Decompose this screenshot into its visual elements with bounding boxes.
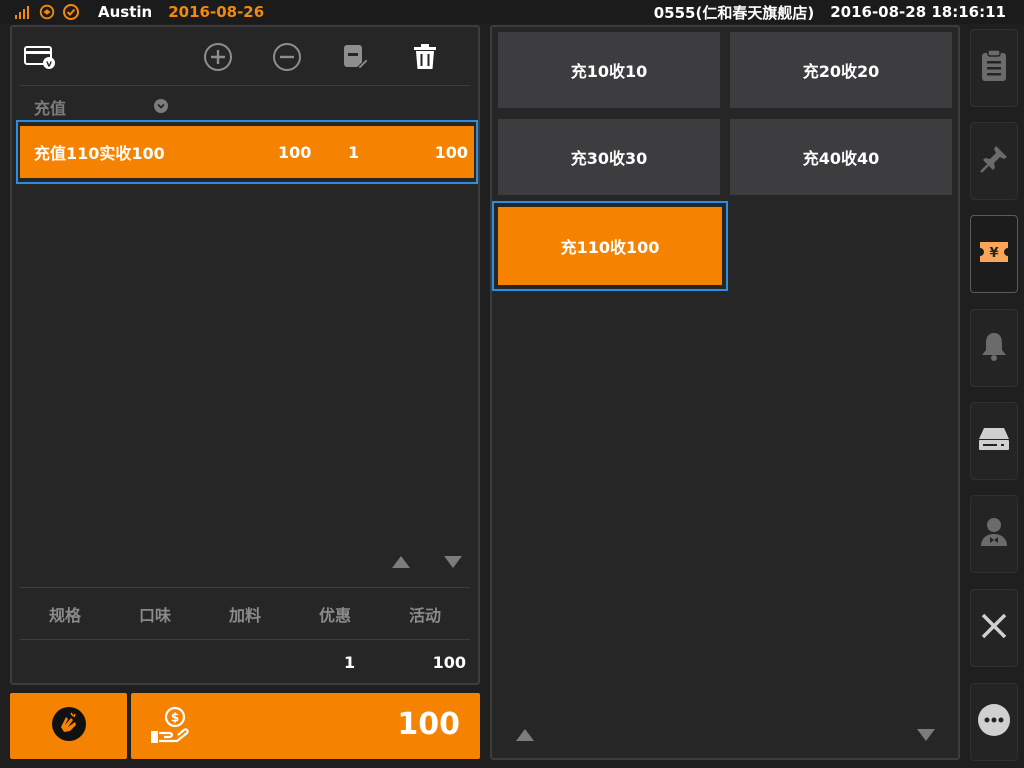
tab-discount[interactable]: 优惠 (319, 602, 351, 626)
order-line-qty: 1 (348, 142, 360, 162)
delete-button[interactable] (407, 41, 443, 77)
order-line[interactable]: 充值110实收100 100 1 100 (20, 126, 474, 178)
category-group-row[interactable]: 充值 (12, 87, 478, 121)
list-scroll-down-icon[interactable] (442, 554, 464, 570)
remove-icon (272, 42, 302, 76)
tab-promotion[interactable]: 活动 (409, 602, 441, 626)
sidebar-orders-button[interactable] (970, 29, 1018, 107)
hand-gesture-button[interactable] (10, 693, 127, 759)
attribute-tabs: 规格 口味 加料 优惠 活动 (20, 588, 470, 640)
checkout-button[interactable]: $ 100 (131, 693, 480, 759)
chevron-down-icon (154, 98, 168, 117)
order-summary: 1 100 (12, 641, 478, 685)
waiter-icon (978, 516, 1010, 552)
options-scroll-up-icon[interactable] (514, 727, 536, 743)
store-name: 0555(仁和春天旗舰店) (653, 3, 815, 22)
check-circle-icon (62, 3, 80, 21)
cash-drawer-icon (977, 426, 1011, 456)
tab-spec[interactable]: 规格 (49, 602, 81, 626)
category-group-label: 充值 (34, 99, 67, 118)
clipboard-icon (979, 49, 1009, 87)
remove-button[interactable] (269, 41, 305, 77)
tab-flavor[interactable]: 口味 (139, 602, 171, 626)
bell-icon (979, 330, 1009, 366)
list-scroll-up-icon[interactable] (390, 554, 412, 570)
recharge-option-20[interactable]: 充20收20 (730, 32, 952, 108)
summary-qty: 1 (344, 653, 356, 672)
clock: 2016-08-28 18:16:11 (830, 3, 1006, 21)
recharge-option-110[interactable]: 充110收100 (498, 207, 722, 285)
sidebar-more-button[interactable] (970, 683, 1018, 761)
more-icon (977, 703, 1011, 741)
svg-text:v: v (46, 60, 52, 70)
member-card-button[interactable]: v (22, 41, 58, 77)
sidebar-close-button[interactable] (970, 589, 1018, 667)
order-line-name: 充值110实收100 (34, 144, 165, 163)
attr-divider-bottom (20, 639, 470, 640)
member-card-icon: v (23, 44, 57, 74)
add-icon (203, 42, 233, 76)
order-line-price: 100 (278, 142, 312, 162)
recharge-option-40[interactable]: 充40收40 (730, 119, 952, 195)
summary-total: 100 (432, 653, 466, 672)
svg-text:$: $ (171, 711, 179, 725)
toolbar-divider (20, 85, 470, 86)
checkout-amount: 100 (397, 707, 460, 742)
signal-icon (14, 3, 32, 21)
edit-button[interactable] (337, 41, 373, 77)
tab-addon[interactable]: 加料 (229, 602, 261, 626)
payment-hand-icon: $ (149, 706, 193, 750)
sidebar-coupon-button[interactable]: ¥ (970, 215, 1018, 293)
status-right: 0555(仁和春天旗舰店) 2016-08-28 18:16:11 (654, 0, 1006, 24)
pin-icon (978, 143, 1010, 179)
close-icon (979, 611, 1009, 645)
user-name: Austin (98, 3, 153, 21)
recharge-panel: 充10收10 充20收20 充30收30 充40收40 充110收100 (490, 25, 960, 760)
sidebar-cash-drawer-button[interactable] (970, 402, 1018, 480)
order-toolbar: v (12, 27, 478, 85)
business-date: 2016-08-26 (168, 3, 265, 21)
order-panel: v 充值 充值110实收100 100 1 100 规格 口味 加料 优惠 活动… (10, 25, 480, 685)
sidebar-notification-button[interactable] (970, 309, 1018, 387)
hand-gesture-icon (50, 705, 88, 747)
order-line-total: 100 (434, 142, 468, 162)
options-scroll-down-icon[interactable] (915, 727, 937, 743)
order-line-selected[interactable]: 充值110实收100 100 1 100 (16, 120, 478, 184)
status-bar: Austin 2016-08-26 0555(仁和春天旗舰店) 2016-08-… (0, 0, 1024, 24)
svg-text:¥: ¥ (989, 246, 998, 261)
status-icons (14, 3, 80, 21)
add-button[interactable] (200, 41, 236, 77)
sync-icon (38, 3, 56, 21)
sidebar-waiter-button[interactable] (970, 495, 1018, 573)
recharge-option-30[interactable]: 充30收30 (498, 119, 720, 195)
recharge-option-10[interactable]: 充10收10 (498, 32, 720, 108)
edit-icon (341, 43, 369, 75)
sidebar-pin-button[interactable] (970, 122, 1018, 200)
coupon-icon: ¥ (978, 239, 1010, 269)
delete-icon (412, 43, 438, 75)
recharge-option-110-selected[interactable]: 充110收100 (492, 201, 728, 291)
